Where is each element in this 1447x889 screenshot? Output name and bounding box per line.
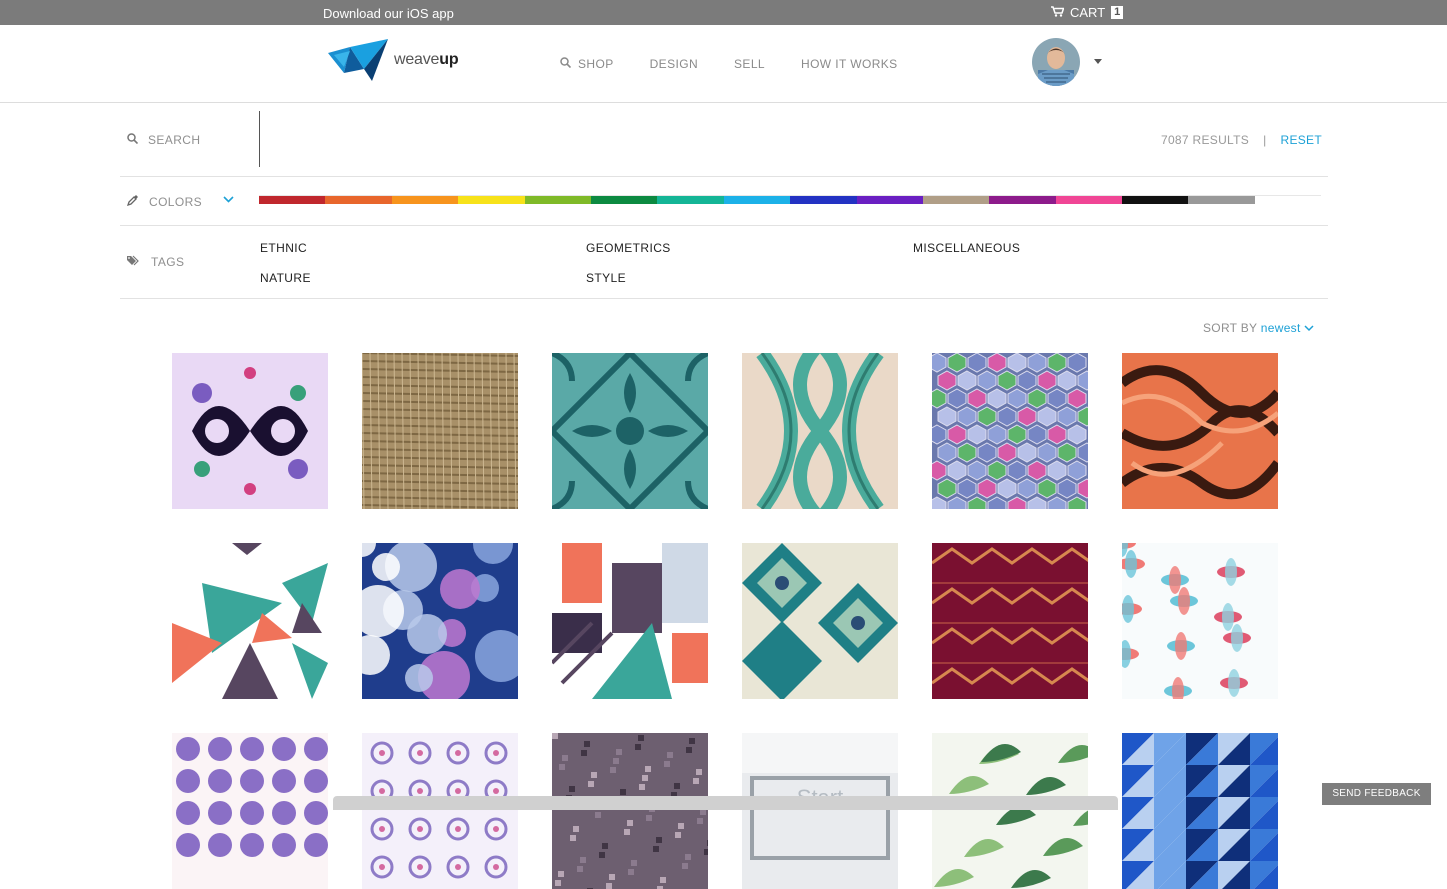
tags-filter-row: TAGS ETHNIC GEOMETRICS MISCELLANEOUS NAT…: [120, 226, 1328, 299]
eyedropper-icon: [126, 194, 139, 209]
design-thumbnail: [932, 733, 1088, 889]
color-swatch[interactable]: [259, 196, 326, 204]
main-nav: SHOP DESIGN SELL HOW IT WORKS: [560, 57, 934, 71]
design-thumbnail: [362, 353, 518, 509]
design-tile-purple-dots[interactable]: [172, 733, 328, 889]
top-bar: Download our iOS app CART 1: [0, 0, 1447, 25]
design-tile-hexagon-pastel[interactable]: [932, 353, 1088, 509]
color-swatch[interactable]: [723, 196, 791, 204]
color-swatch[interactable]: [458, 196, 525, 204]
design-thumbnail: [172, 353, 328, 509]
design-thumbnail: [362, 543, 518, 699]
ios-app-link[interactable]: Download our iOS app: [323, 6, 454, 21]
design-thumbnail: [552, 353, 708, 509]
color-swatch[interactable]: [590, 196, 658, 204]
user-avatar[interactable]: [1032, 38, 1080, 86]
design-tile-start-sign-photo[interactable]: Start: [742, 733, 898, 889]
account-dropdown-caret-icon[interactable]: [1094, 59, 1102, 64]
chevron-down-icon: [1304, 321, 1314, 335]
color-swatch[interactable]: [1055, 196, 1123, 204]
search-input[interactable]: [259, 111, 260, 167]
cart-count-badge: 1: [1111, 6, 1124, 19]
color-swatch[interactable]: [391, 196, 459, 204]
design-tile-teal-ikat[interactable]: [742, 543, 898, 699]
search-filter-label: SEARCH: [127, 133, 200, 147]
weaveup-logo-mark: [328, 39, 388, 81]
color-swatch[interactable]: [657, 196, 724, 204]
sort-control[interactable]: SORT BY newest: [1203, 321, 1314, 335]
nav-shop[interactable]: SHOP: [560, 57, 614, 71]
tags-icon: [127, 255, 141, 269]
design-tile-teal-damask-tile[interactable]: [552, 353, 708, 509]
color-swatch[interactable]: [325, 196, 392, 204]
search-filter-row: SEARCH 7087 RESULTS | RESET: [120, 103, 1328, 177]
design-tile-geometric-collage[interactable]: [552, 543, 708, 699]
color-swatch[interactable]: [1188, 196, 1255, 204]
send-feedback-button[interactable]: SEND FEEDBACK: [1322, 783, 1431, 805]
tag-miscellaneous[interactable]: MISCELLANEOUS: [913, 241, 1020, 255]
design-tile-burgundy-zigzag[interactable]: [932, 543, 1088, 699]
design-tile-triangles-teal-coral[interactable]: [172, 543, 328, 699]
design-thumbnail: [932, 353, 1088, 509]
tag-ethnic[interactable]: ETHNIC: [260, 241, 307, 255]
design-thumbnail: [1122, 733, 1278, 889]
nav-sell[interactable]: SELL: [734, 57, 765, 71]
nav-how-it-works[interactable]: HOW IT WORKS: [801, 57, 898, 71]
design-thumbnail: [742, 353, 898, 509]
cart-label: CART: [1070, 5, 1106, 20]
results-count: 7087 RESULTS: [1160, 133, 1250, 147]
brand-name: weaveup: [394, 51, 459, 68]
design-tile-blue-floral-abstract[interactable]: [362, 543, 518, 699]
design-tile-teal-lattice[interactable]: [742, 353, 898, 509]
cart-icon: [1051, 5, 1065, 20]
chevron-down-icon[interactable]: [223, 195, 234, 207]
design-tile-grey-mosaic[interactable]: [552, 733, 708, 889]
sort-label: SORT BY: [1203, 321, 1258, 335]
design-tile-kaleidoscope-lavender[interactable]: [172, 353, 328, 509]
design-thumbnail: [362, 733, 518, 889]
weaveup-logo[interactable]: weaveup: [328, 39, 459, 81]
colors-filter-row: COLORS: [120, 177, 1328, 226]
search-icon: [560, 57, 572, 71]
design-thumbnail: Start: [742, 733, 898, 889]
tag-nature[interactable]: NATURE: [260, 271, 311, 285]
color-swatch[interactable]: [524, 196, 591, 204]
color-swatch[interactable]: [856, 196, 923, 204]
design-thumbnail: [552, 543, 708, 699]
tag-style[interactable]: STYLE: [586, 271, 626, 285]
design-thumbnail: [552, 733, 708, 889]
site-header: weaveup SHOP DESIGN SELL HOW IT WORKS: [0, 25, 1447, 103]
design-thumbnail: [742, 543, 898, 699]
colors-filter-label[interactable]: COLORS: [126, 194, 202, 209]
color-swatch-bar: [259, 195, 1322, 204]
color-swatch[interactable]: [1122, 196, 1189, 204]
design-tile-lavender-kaleidoscope[interactable]: [362, 733, 518, 889]
design-tile-blue-triangles[interactable]: [1122, 733, 1278, 889]
design-tile-green-leaves[interactable]: [932, 733, 1088, 889]
tag-geometrics[interactable]: GEOMETRICS: [586, 241, 671, 255]
color-swatch[interactable]: [922, 196, 990, 204]
design-thumbnail: [932, 543, 1088, 699]
design-thumbnail: [172, 543, 328, 699]
color-swatch[interactable]: [1254, 196, 1322, 204]
design-tile-orange-marble[interactable]: [1122, 353, 1278, 509]
tags-filter-label: TAGS: [127, 255, 184, 269]
design-tile-burlap-texture[interactable]: [362, 353, 518, 509]
design-thumbnail: [1122, 543, 1278, 699]
color-swatch[interactable]: [989, 196, 1056, 204]
os-dock: [333, 796, 1118, 810]
nav-design[interactable]: DESIGN: [650, 57, 698, 71]
reset-link[interactable]: RESET: [1280, 133, 1322, 147]
search-icon: [127, 133, 139, 147]
results-separator: |: [1263, 133, 1267, 147]
color-swatch[interactable]: [790, 196, 857, 204]
results-summary: 7087 RESULTS | RESET: [1161, 133, 1322, 147]
cart-button[interactable]: CART 1: [1051, 5, 1124, 20]
sort-value: newest: [1260, 321, 1301, 335]
design-thumbnail: [172, 733, 328, 889]
design-thumbnail: [1122, 353, 1278, 509]
design-tile-coral-blue-floral[interactable]: [1122, 543, 1278, 699]
